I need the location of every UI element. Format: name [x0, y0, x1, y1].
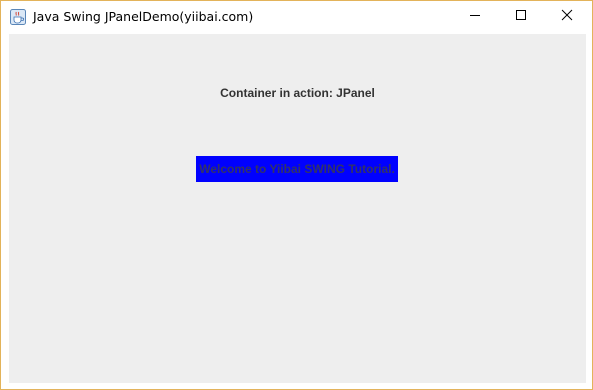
- header-label: Container in action: JPanel: [220, 86, 375, 100]
- message-label: Welcome to Yiibai SWING Tutorial.: [199, 162, 395, 176]
- minimize-button[interactable]: [452, 1, 498, 33]
- title-bar[interactable]: Java Swing JPanelDemo(yiibai.com): [1, 1, 592, 33]
- app-window: Java Swing JPanelDemo(yiibai.com) Contai…: [0, 0, 593, 390]
- content-pane: Container in action: JPanel Welcome to Y…: [9, 34, 586, 383]
- maximize-button[interactable]: [498, 1, 544, 33]
- jpanel: Welcome to Yiibai SWING Tutorial.: [196, 156, 398, 182]
- close-icon: [561, 8, 573, 26]
- window-title: Java Swing JPanelDemo(yiibai.com): [33, 9, 254, 24]
- close-button[interactable]: [544, 1, 590, 33]
- maximize-icon: [515, 8, 527, 26]
- java-cup-icon[interactable]: [10, 9, 26, 25]
- minimize-icon: [469, 8, 481, 26]
